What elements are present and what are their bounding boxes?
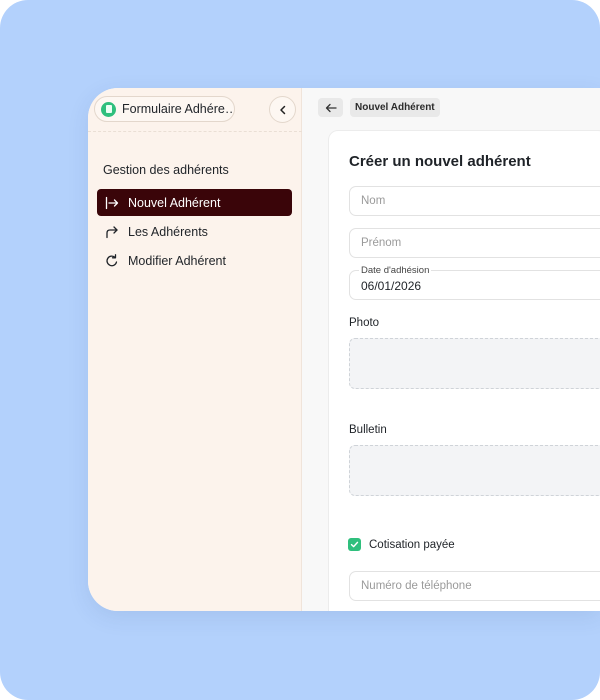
cotisation-label: Cotisation payée [369, 538, 455, 551]
nav-group-label: Gestion des adhérents [103, 163, 229, 177]
date-adhesion-field[interactable]: Date d'adhésion 06/01/2026 [349, 265, 600, 300]
refresh-icon [106, 253, 118, 266]
prenom-input[interactable] [361, 237, 600, 249]
form-title: Créer un nouvel adhérent [349, 153, 531, 170]
app-switcher[interactable]: Formulaire Adhére… [94, 96, 235, 122]
arrow-left-icon [325, 103, 337, 112]
arrow-turn-right-icon [106, 225, 118, 238]
sidebar-item-label: Nouvel Adhérent [128, 195, 221, 210]
arrow-in-icon [105, 196, 119, 209]
app-window: Formulaire Adhére… Gestion des adhérents… [88, 88, 600, 611]
sidebar-divider [88, 131, 302, 132]
collapse-sidebar-button[interactable] [269, 96, 296, 123]
document-icon [101, 101, 116, 117]
photo-dropzone[interactable] [349, 338, 600, 389]
date-adhesion-label: Date d'adhésion [359, 265, 432, 276]
back-button[interactable] [318, 98, 343, 117]
cotisation-checkbox[interactable] [348, 538, 361, 551]
sidebar-item-label: Les Adhérents [128, 224, 208, 239]
photo-label: Photo [349, 317, 380, 329]
nom-field[interactable] [349, 186, 600, 216]
sidebar: Formulaire Adhére… Gestion des adhérents… [88, 88, 302, 611]
phone-field[interactable] [349, 571, 600, 601]
sidebar-item-nouvel-adherent[interactable]: Nouvel Adhérent [97, 189, 292, 216]
sidebar-item-label: Modifier Adhérent [128, 253, 226, 268]
chevron-left-icon [279, 105, 285, 114]
cotisation-row[interactable]: Cotisation payée [348, 538, 455, 551]
date-adhesion-value[interactable]: 06/01/2026 [361, 279, 421, 293]
app-name: Formulaire Adhére… [122, 102, 235, 116]
form-card: Créer un nouvel adhérent Date d'adhésion… [328, 130, 600, 611]
prenom-field[interactable] [349, 228, 600, 258]
bulletin-label: Bulletin [349, 424, 387, 436]
nom-input[interactable] [361, 195, 600, 207]
bulletin-dropzone[interactable] [349, 445, 600, 496]
check-icon [350, 541, 359, 548]
sidebar-item-les-adherents[interactable]: Les Adhérents [97, 218, 292, 245]
sidebar-item-modifier-adherent[interactable]: Modifier Adhérent [97, 247, 292, 274]
breadcrumb: Nouvel Adhérent [350, 98, 440, 117]
phone-input[interactable] [361, 580, 600, 592]
